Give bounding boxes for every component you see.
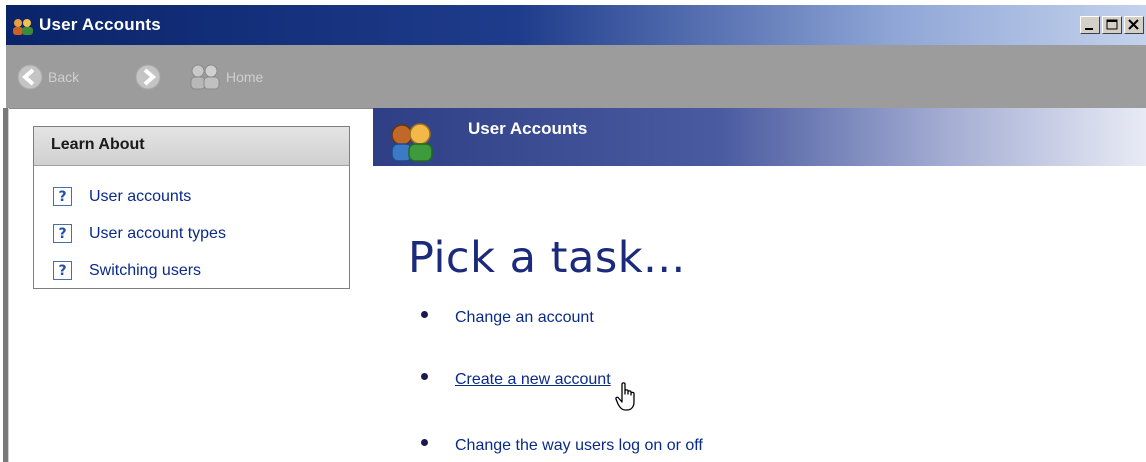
page-banner: User Accounts [373,108,1146,166]
back-arrow-icon [17,64,43,90]
learn-about-header: Learn About [34,127,349,166]
learn-item-label[interactable]: Switching users [89,262,201,280]
bullet-icon [421,438,428,446]
close-button[interactable] [1124,16,1144,34]
home-button[interactable]: Home [188,62,263,92]
window-controls [1080,16,1144,34]
task-change-logon[interactable]: Change the way users log on or off [421,437,703,455]
learn-about-title: Learn About [51,136,145,153]
minimize-button[interactable] [1080,16,1100,34]
help-icon: ? [53,261,72,280]
task-link-label[interactable]: Change the way users log on or off [455,437,703,455]
banner-title: User Accounts [468,119,588,138]
help-icon: ? [53,187,72,206]
learn-about-panel: Learn About ? User accounts ? User accou… [33,126,350,289]
help-icon: ? [53,224,72,243]
forward-arrow-icon [135,64,161,90]
home-label: Home [226,69,264,85]
back-button[interactable]: Back [16,62,79,92]
learn-item-label[interactable]: User account types [89,225,226,243]
learn-about-list: ? User accounts ? User account types ? S… [53,178,226,289]
task-link-label[interactable]: Change an account [455,309,594,327]
close-icon [1128,19,1139,30]
maximize-icon [1106,19,1118,30]
maximize-button[interactable] [1102,16,1122,34]
forward-button[interactable] [134,62,162,92]
back-label: Back [48,69,80,85]
minimize-icon [1085,28,1093,30]
home-users-icon [190,64,220,90]
task-change-account[interactable]: Change an account [421,309,594,327]
task-create-account[interactable]: Create a new account [421,371,611,389]
user-accounts-window: User Accounts Back Home Learn About ? Us… [0,0,1146,462]
page-title: Pick a task... [408,233,686,283]
bullet-icon [421,372,428,380]
learn-item-switching-users[interactable]: ? Switching users [53,252,226,289]
window-title: User Accounts [39,15,161,34]
users-icon [13,19,33,35]
hand-pointer-cursor-icon [615,382,635,411]
title-bar[interactable]: User Accounts [6,5,1146,45]
learn-item-user-account-types[interactable]: ? User account types [53,215,226,252]
task-link-label[interactable]: Create a new account [455,371,611,389]
window-left-border [3,108,9,462]
learn-item-user-accounts[interactable]: ? User accounts [53,178,226,215]
users-icon [391,123,433,162]
bullet-icon [421,310,428,318]
navigation-toolbar: Back Home [6,45,1146,109]
learn-item-label[interactable]: User accounts [89,188,191,206]
